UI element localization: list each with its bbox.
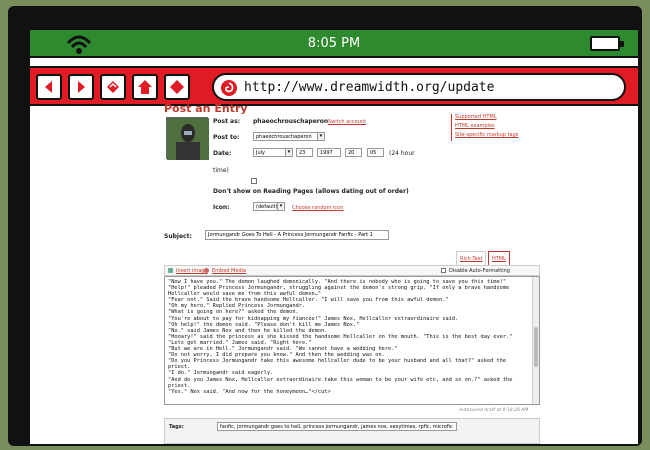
icon-label: Icon: [213,204,230,211]
tags-label: Tags: [169,424,184,430]
address-bar[interactable]: http://www.dreamwidth.org/update [212,73,626,101]
auto-format-label: Disable Auto-Formatting [449,268,510,274]
update-page: Post an Entry Post as: phaeochrouschaper… [30,102,638,444]
subject-label: Subject: [164,233,192,240]
entry-textarea[interactable]: "Now I have you." The demon laughed demo… [164,276,540,405]
editor-scroll-thumb[interactable] [534,327,538,367]
editor-toolbar: Insert image Embed Media Disable Auto-Fo… [164,265,540,276]
tags-section: Tags: fanfic, jormungandr goes to hell, … [164,418,540,444]
post-as-value: phaeochrouschaperon [253,118,329,125]
post-to-select[interactable]: phaeochrouschaperon ▾ [253,132,325,141]
tab-rich-text[interactable]: Rich Text [456,251,487,265]
icon-select[interactable]: (default) ▾ [253,202,285,211]
hour-format-note: (24 hour [389,150,415,157]
browser-toolbar: http://www.dreamwidth.org/update [30,66,638,106]
status-bar: 8:05 PM [30,30,638,58]
user-avatar [166,117,209,160]
html-examples-link[interactable]: HTML examples [455,123,518,129]
help-links: Supported HTML HTML examples Site-specif… [451,114,518,141]
dreamwidth-logo-icon [221,80,237,96]
auto-format-checkbox[interactable] [441,268,446,273]
date-label: Date: [213,150,232,157]
refresh-icon [107,81,119,93]
tab-html[interactable]: HTML [488,251,510,265]
stop-button[interactable] [164,74,190,100]
reading-pages-checkbox[interactable] [251,178,257,184]
reading-pages-label: Don't show on Reading Pages (allows dati… [213,188,409,195]
time-hour-input[interactable]: 20 [345,148,362,157]
date-year-input[interactable]: 1997 [317,148,341,157]
date-day-input[interactable]: 23 [296,148,313,157]
refresh-button[interactable] [100,74,126,100]
autosave-status: Autosaved draft at 8:18:28 AM [459,408,529,413]
embed-media-button[interactable]: Embed Media [212,268,246,274]
embed-media-icon [204,268,209,273]
status-clock: 8:05 PM [307,36,361,51]
tags-input[interactable]: fanfic, jormungandr goes to hell, prince… [217,422,457,431]
stop-icon [170,80,184,94]
editor-scrollbar[interactable] [532,277,539,404]
switch-account-link[interactable]: Switch account [328,119,366,125]
insert-image-button[interactable]: Insert image [176,268,208,274]
url-text: http://www.dreamwidth.org/update [244,80,495,95]
back-button[interactable] [36,74,62,100]
forward-icon [78,81,85,93]
time-minute-input[interactable]: 05 [367,148,384,157]
forward-button[interactable] [68,74,94,100]
hour-format-note-end: time) [213,167,229,174]
supported-html-link[interactable]: Supported HTML [455,114,518,120]
page-title: Post an Entry [164,102,248,115]
device-screen: 8:05 PM http://www.dreamwidth.org/update… [30,30,638,444]
post-as-label: Post as: [213,118,241,125]
back-icon [45,81,52,93]
subject-input[interactable]: Jormungandr Goes To Hell - A Princess Jo… [205,230,389,240]
date-month-select[interactable]: July ▾ [253,148,293,157]
markup-tags-link[interactable]: Site-specific markup tags [455,132,518,138]
home-button[interactable] [132,74,158,100]
insert-image-icon [168,268,173,273]
battery-icon [590,36,624,51]
home-icon [138,80,152,94]
entry-text: "Now I have you." The demon laughed demo… [168,279,513,395]
device-frame: 8:05 PM http://www.dreamwidth.org/update… [8,6,642,446]
post-to-label: Post to: [213,134,240,141]
choose-random-icon-link[interactable]: Choose random icon [292,205,343,211]
